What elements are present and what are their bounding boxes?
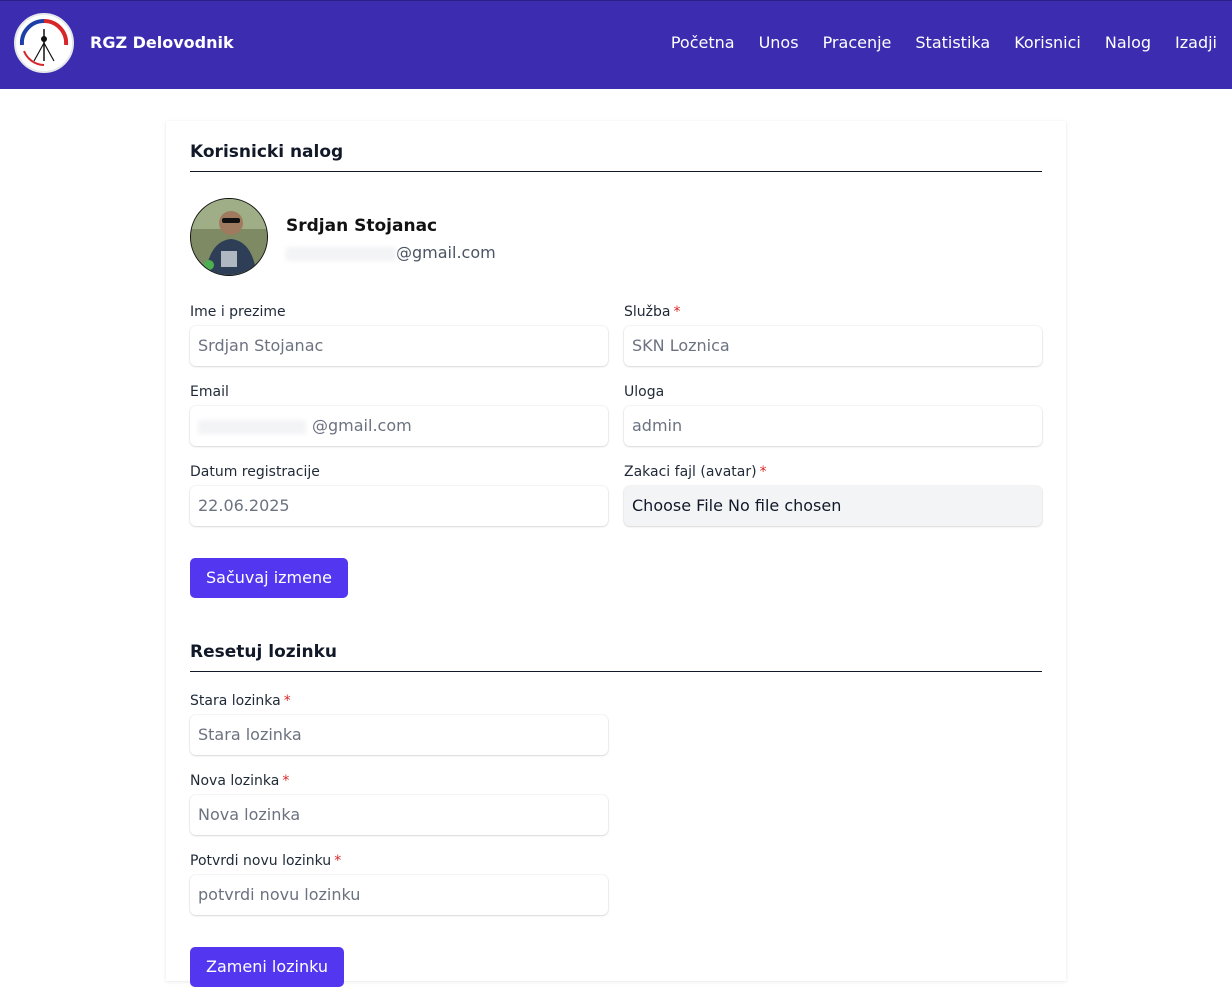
avatar-file-input[interactable]: Choose File No file chosen [624, 486, 1042, 526]
old-password-input[interactable]: Stara lozinka [190, 715, 608, 755]
label-service: Služba * [624, 304, 681, 320]
label-avatar-upload: Zakaci fajl (avatar) * [624, 464, 767, 480]
avatar [190, 198, 268, 276]
confirm-password-input[interactable]: potvrdi novu lozinku [190, 875, 608, 915]
profile-name: Srdjan Stojanac [286, 216, 438, 236]
nav-link-nalog[interactable]: Nalog [1105, 33, 1151, 52]
redacted-email-mask [286, 246, 396, 261]
email-field[interactable]: @gmail.com [190, 406, 608, 446]
label-email: Email [190, 384, 229, 400]
label-full-name: Ime i prezime [190, 304, 286, 320]
section-title-account: Korisnicki nalog [190, 142, 1042, 172]
nav-link-izadji[interactable]: Izadji [1175, 33, 1217, 52]
label-old-password: Stara lozinka * [190, 693, 291, 709]
nav-link-unos[interactable]: Unos [759, 33, 799, 52]
required-mark: * [759, 464, 767, 480]
label-new-password: Nova lozinka * [190, 773, 290, 789]
logo-emblem-icon [18, 17, 70, 69]
top-navbar: RGZ Delovodnik Početna Unos Pracenje Sta… [0, 0, 1232, 89]
label-registration-date: Datum registracije [190, 464, 320, 480]
new-password-input[interactable]: Nova lozinka [190, 795, 608, 835]
brand-title[interactable]: RGZ Delovodnik [90, 33, 234, 52]
change-password-button[interactable]: Zameni lozinku [190, 947, 344, 987]
required-mark: * [673, 304, 681, 320]
email-domain: @gmail.com [312, 416, 412, 435]
account-card: Korisnicki nalog Srdjan Stojanac @gmail.… [166, 121, 1066, 987]
full-name-input[interactable]: Srdjan Stojanac [190, 326, 608, 366]
profile-email: @gmail.com [286, 243, 496, 262]
nav-link-korisnici[interactable]: Korisnici [1014, 33, 1081, 52]
nav-link-statistika[interactable]: Statistika [915, 33, 990, 52]
required-mark: * [334, 853, 342, 869]
nav-link-pocetna[interactable]: Početna [671, 33, 735, 52]
nav-link-pracenje[interactable]: Pracenje [823, 33, 892, 52]
save-changes-button[interactable]: Sačuvaj izmene [190, 558, 348, 598]
required-mark: * [283, 693, 291, 709]
profile-email-domain: @gmail.com [396, 243, 496, 262]
redacted-email-mask [198, 419, 306, 434]
registration-date-input[interactable]: 22.06.2025 [190, 486, 608, 526]
label-role: Uloga [624, 384, 665, 400]
user-photo-icon [191, 199, 267, 275]
required-mark: * [282, 773, 290, 789]
section-title-reset-password: Resetuj lozinku [190, 642, 1042, 672]
rgz-logo[interactable] [14, 13, 74, 73]
service-input[interactable]: SKN Loznica [624, 326, 1042, 366]
label-confirm-password: Potvrdi novu lozinku * [190, 853, 342, 869]
main-nav: Početna Unos Pracenje Statistika Korisni… [671, 33, 1217, 52]
role-input[interactable]: admin [624, 406, 1042, 446]
